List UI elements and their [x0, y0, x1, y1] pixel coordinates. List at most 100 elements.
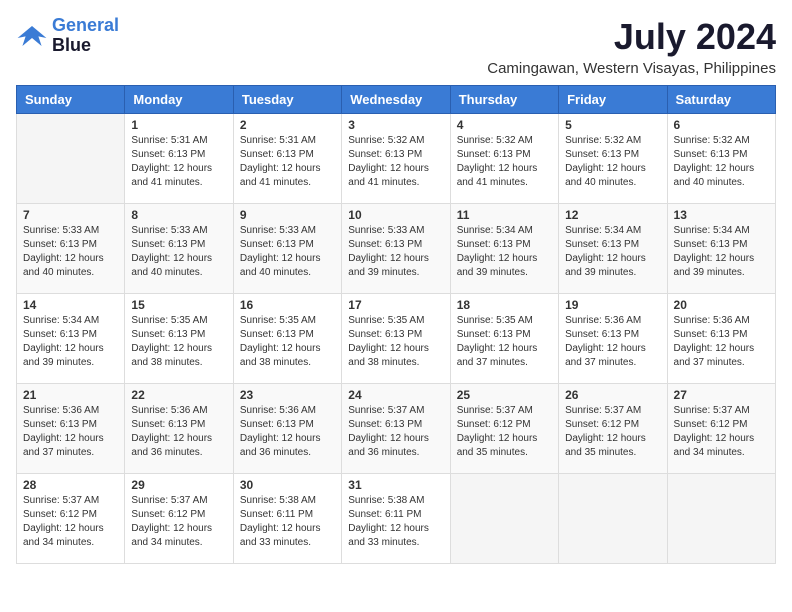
- day-number: 12: [565, 208, 660, 222]
- day-number: 11: [457, 208, 552, 222]
- week-row-3: 14Sunrise: 5:34 AMSunset: 6:13 PMDayligh…: [17, 294, 776, 384]
- day-cell: 19Sunrise: 5:36 AMSunset: 6:13 PMDayligh…: [559, 294, 667, 384]
- day-cell: 17 Sunrise: 5:35 AMSunset: 6:13 PMDayligh…: [342, 294, 450, 384]
- day-cell: 20 Sunrise: 5:36 AMSunset: 6:13 PMDayligh…: [667, 294, 775, 384]
- day-cell: 11 Sunrise: 5:34 AMSunset: 6:13 PMDayligh…: [450, 204, 558, 294]
- day-cell: 1 Sunrise: 5:31 AMSunset: 6:13 PMDaylight…: [125, 114, 233, 204]
- day-info: Sunrise: 5:36 AMSunset: 6:13 PMDaylight:…: [131, 404, 226, 460]
- day-info: Sunrise: 5:32 AMSunset: 6:13 PMDaylight:…: [457, 134, 552, 190]
- day-info: Sunrise: 5:32 AMSunset: 6:13 PMDaylight:…: [674, 134, 769, 190]
- day-info: Sunrise: 5:35 AMSunset: 6:13 PMDaylight:…: [457, 314, 552, 370]
- day-cell: 18 Sunrise: 5:35 AMSunset: 6:13 PMDayligh…: [450, 294, 558, 384]
- day-info: Sunrise: 5:35 AMSunset: 6:13 PMDaylight:…: [240, 314, 335, 370]
- day-info: Sunrise: 5:36 AMSunset: 6:13 PMDaylight:…: [674, 314, 769, 370]
- week-row-2: 7 Sunrise: 5:33 AMSunset: 6:13 PMDaylight…: [17, 204, 776, 294]
- day-info: Sunrise: 5:37 AMSunset: 6:12 PMDaylight:…: [674, 404, 769, 460]
- day-number: 17: [348, 298, 443, 312]
- day-cell: 25 Sunrise: 5:37 AMSunset: 6:12 PMDayligh…: [450, 384, 558, 474]
- day-number: 6: [674, 118, 769, 132]
- day-info: Sunrise: 5:35 AMSunset: 6:13 PMDaylight:…: [131, 314, 226, 370]
- day-cell: 4 Sunrise: 5:32 AMSunset: 6:13 PMDaylight…: [450, 114, 558, 204]
- day-info: Sunrise: 5:34 AMSunset: 6:13 PMDaylight:…: [457, 224, 552, 280]
- day-info: Sunrise: 5:37 AMSunset: 6:13 PMDaylight:…: [348, 404, 443, 460]
- day-number: 10: [348, 208, 443, 222]
- location-title: Camingawan, Western Visayas, Philippines: [487, 60, 776, 77]
- header-cell-wednesday: Wednesday: [342, 86, 450, 114]
- week-row-5: 28 Sunrise: 5:37 AMSunset: 6:12 PMDayligh…: [17, 474, 776, 564]
- day-cell: [667, 474, 775, 564]
- day-number: 27: [674, 388, 769, 402]
- day-number: 29: [131, 478, 226, 492]
- day-number: 20: [674, 298, 769, 312]
- day-cell: 2Sunrise: 5:31 AMSunset: 6:13 PMDaylight…: [233, 114, 341, 204]
- day-info: Sunrise: 5:31 AMSunset: 6:13 PMDaylight:…: [131, 134, 226, 190]
- day-cell: 22Sunrise: 5:36 AMSunset: 6:13 PMDayligh…: [125, 384, 233, 474]
- month-title: July 2024: [487, 16, 776, 58]
- day-number: 13: [674, 208, 769, 222]
- day-cell: 6 Sunrise: 5:32 AMSunset: 6:13 PMDaylight…: [667, 114, 775, 204]
- day-cell: 15 Sunrise: 5:35 AMSunset: 6:13 PMDayligh…: [125, 294, 233, 384]
- day-cell: 28 Sunrise: 5:37 AMSunset: 6:12 PMDayligh…: [17, 474, 125, 564]
- header-cell-monday: Monday: [125, 86, 233, 114]
- header-cell-thursday: Thursday: [450, 86, 558, 114]
- header-cell-tuesday: Tuesday: [233, 86, 341, 114]
- day-info: Sunrise: 5:37 AMSunset: 6:12 PMDaylight:…: [565, 404, 660, 460]
- day-number: 19: [565, 298, 660, 312]
- day-number: 15: [131, 298, 226, 312]
- day-number: 7: [23, 208, 118, 222]
- day-number: 5: [565, 118, 660, 132]
- day-cell: [450, 474, 558, 564]
- day-cell: 7 Sunrise: 5:33 AMSunset: 6:13 PMDaylight…: [17, 204, 125, 294]
- day-cell: 24Sunrise: 5:37 AMSunset: 6:13 PMDayligh…: [342, 384, 450, 474]
- day-info: Sunrise: 5:37 AMSunset: 6:12 PMDaylight:…: [23, 494, 118, 550]
- day-number: 26: [565, 388, 660, 402]
- day-info: Sunrise: 5:33 AMSunset: 6:13 PMDaylight:…: [23, 224, 118, 280]
- day-number: 16: [240, 298, 335, 312]
- week-row-1: 1 Sunrise: 5:31 AMSunset: 6:13 PMDaylight…: [17, 114, 776, 204]
- day-number: 25: [457, 388, 552, 402]
- day-cell: 12 Sunrise: 5:34 AMSunset: 6:13 PMDayligh…: [559, 204, 667, 294]
- day-cell: 10 Sunrise: 5:33 AMSunset: 6:13 PMDayligh…: [342, 204, 450, 294]
- page-header: General Blue July 2024 Camingawan, Weste…: [16, 16, 776, 77]
- day-info: Sunrise: 5:33 AMSunset: 6:13 PMDaylight:…: [348, 224, 443, 280]
- day-number: 4: [457, 118, 552, 132]
- day-cell: 27 Sunrise: 5:37 AMSunset: 6:12 PMDayligh…: [667, 384, 775, 474]
- day-info: Sunrise: 5:33 AMSunset: 6:13 PMDaylight:…: [131, 224, 226, 280]
- day-cell: 14Sunrise: 5:34 AMSunset: 6:13 PMDayligh…: [17, 294, 125, 384]
- day-number: 30: [240, 478, 335, 492]
- day-info: Sunrise: 5:37 AMSunset: 6:12 PMDaylight:…: [457, 404, 552, 460]
- day-cell: 16 Sunrise: 5:35 AMSunset: 6:13 PMDayligh…: [233, 294, 341, 384]
- day-number: 31: [348, 478, 443, 492]
- header-cell-friday: Friday: [559, 86, 667, 114]
- day-cell: 26 Sunrise: 5:37 AMSunset: 6:12 PMDayligh…: [559, 384, 667, 474]
- logo-icon: [16, 22, 48, 50]
- day-cell: 21Sunrise: 5:36 AMSunset: 6:13 PMDayligh…: [17, 384, 125, 474]
- day-info: Sunrise: 5:38 AMSunset: 6:11 PMDaylight:…: [348, 494, 443, 550]
- day-number: 2: [240, 118, 335, 132]
- day-cell: 9Sunrise: 5:33 AMSunset: 6:13 PMDaylight…: [233, 204, 341, 294]
- day-info: Sunrise: 5:32 AMSunset: 6:13 PMDaylight:…: [565, 134, 660, 190]
- logo: General Blue: [16, 16, 119, 56]
- day-cell: 5 Sunrise: 5:32 AMSunset: 6:13 PMDaylight…: [559, 114, 667, 204]
- day-number: 21: [23, 388, 118, 402]
- header-row: SundayMondayTuesdayWednesdayThursdayFrid…: [17, 86, 776, 114]
- day-number: 28: [23, 478, 118, 492]
- day-info: Sunrise: 5:32 AMSunset: 6:13 PMDaylight:…: [348, 134, 443, 190]
- day-cell: [559, 474, 667, 564]
- day-info: Sunrise: 5:34 AMSunset: 6:13 PMDaylight:…: [23, 314, 118, 370]
- day-number: 1: [131, 118, 226, 132]
- logo-line2: Blue: [52, 36, 119, 56]
- day-number: 8: [131, 208, 226, 222]
- day-cell: 8 Sunrise: 5:33 AMSunset: 6:13 PMDaylight…: [125, 204, 233, 294]
- day-info: Sunrise: 5:35 AMSunset: 6:13 PMDaylight:…: [348, 314, 443, 370]
- day-info: Sunrise: 5:34 AMSunset: 6:13 PMDaylight:…: [565, 224, 660, 280]
- header-cell-saturday: Saturday: [667, 86, 775, 114]
- logo-line1: General: [52, 15, 119, 35]
- day-number: 18: [457, 298, 552, 312]
- logo-text: General Blue: [52, 16, 119, 56]
- day-info: Sunrise: 5:33 AMSunset: 6:13 PMDaylight:…: [240, 224, 335, 280]
- day-cell: 30Sunrise: 5:38 AMSunset: 6:11 PMDayligh…: [233, 474, 341, 564]
- day-cell: 23Sunrise: 5:36 AMSunset: 6:13 PMDayligh…: [233, 384, 341, 474]
- calendar-table: SundayMondayTuesdayWednesdayThursdayFrid…: [16, 85, 776, 564]
- title-block: July 2024 Camingawan, Western Visayas, P…: [487, 16, 776, 77]
